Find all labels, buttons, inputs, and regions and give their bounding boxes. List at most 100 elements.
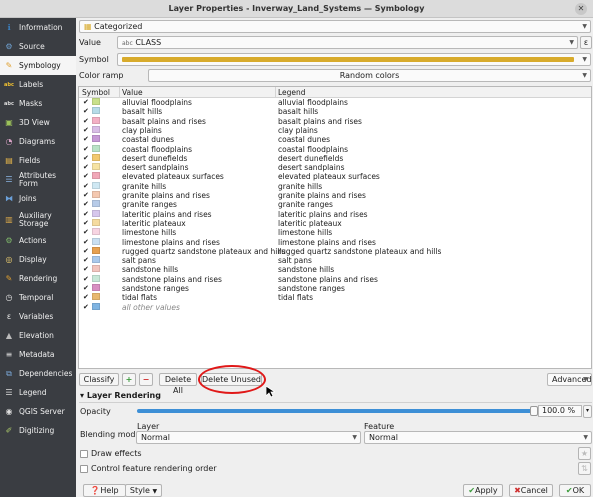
opacity-slider[interactable] — [137, 409, 534, 413]
classify-button[interactable]: Classify — [79, 373, 119, 386]
sidebar-item-labels[interactable]: abc Labels — [0, 75, 76, 94]
table-row[interactable]: ✔ alluvial floodplains alluvial floodplain… — [79, 98, 591, 107]
table-row[interactable]: ✔ basalt hills basalt hills — [79, 107, 591, 116]
sidebar-item-auxiliary-storage[interactable]: ▥ Auxiliary Storage — [0, 208, 76, 231]
table-row[interactable]: ✔ clay plains clay plains — [79, 125, 591, 135]
legend-column-header[interactable]: Legend — [278, 87, 306, 98]
table-row[interactable]: ✔ desert dunefields desert dunefields — [79, 153, 591, 163]
category-checkbox[interactable]: ✔ — [83, 293, 89, 302]
expression-button[interactable]: ε — [580, 36, 592, 49]
category-checkbox[interactable]: ✔ — [83, 247, 89, 256]
sidebar-item-actions[interactable]: ⚙ Actions — [0, 231, 76, 250]
category-checkbox[interactable]: ✔ — [83, 228, 89, 237]
category-checkbox[interactable]: ✔ — [83, 219, 89, 228]
category-checkbox[interactable]: ✔ — [83, 238, 89, 247]
category-checkbox[interactable]: ✔ — [83, 98, 89, 107]
sidebar-item-legend[interactable]: ☰ Legend — [0, 383, 76, 402]
table-row[interactable]: ✔ lateritic plateaux lateritic plateaux — [79, 218, 591, 228]
table-row[interactable]: ✔ limestone plains and rises limestone pla… — [79, 237, 591, 247]
category-symbol-swatch[interactable] — [92, 153, 100, 161]
symbol-button[interactable]: ▼ — [117, 53, 591, 66]
color-ramp-select[interactable]: Random colors ▼ — [148, 69, 591, 82]
category-symbol-swatch[interactable] — [92, 237, 100, 245]
category-symbol-swatch[interactable] — [92, 246, 100, 254]
opacity-slider-handle[interactable] — [530, 406, 538, 416]
category-symbol-swatch[interactable] — [92, 284, 100, 291]
table-row[interactable]: ✔ tidal flats tidal flats — [79, 293, 591, 302]
draw-effects-checkbox[interactable] — [80, 450, 88, 458]
table-row[interactable]: ✔ lateritic plains and rises lateritic pla… — [79, 209, 591, 219]
category-checkbox[interactable]: ✔ — [83, 154, 89, 163]
table-row[interactable]: ✔ basalt plains and rises basalt plains an… — [79, 116, 591, 126]
category-checkbox[interactable]: ✔ — [83, 126, 89, 135]
sidebar-item-variables[interactable]: ε Variables — [0, 307, 76, 326]
effects-button[interactable]: ★ — [578, 447, 591, 460]
ok-button[interactable]: ✔OK — [559, 484, 591, 497]
table-row[interactable]: ✔ granite plains and rises granite plains … — [79, 191, 591, 200]
category-symbol-swatch[interactable] — [92, 98, 100, 105]
sidebar-item-rendering[interactable]: ✎ Rendering — [0, 269, 76, 288]
table-row[interactable]: ✔ desert sandplains desert sandplains — [79, 163, 591, 172]
table-row[interactable]: ✔ sandstone ranges sandstone ranges — [79, 284, 591, 293]
category-symbol-swatch[interactable] — [92, 172, 100, 180]
category-symbol-swatch[interactable] — [92, 293, 100, 301]
sidebar-item-source[interactable]: ⚙ Source — [0, 37, 76, 56]
renderer-type-select[interactable]: ▦ Categorized ▼ — [79, 20, 591, 33]
category-checkbox[interactable]: ✔ — [83, 191, 89, 200]
table-row[interactable]: ✔ sandstone plains and rises sandstone pla… — [79, 274, 591, 284]
sidebar-item-metadata[interactable]: ≡ Metadata — [0, 345, 76, 364]
sidebar-item-information[interactable]: ℹ Information — [0, 18, 76, 37]
symbol-column-header[interactable]: Symbol — [82, 87, 110, 98]
category-checkbox[interactable]: ✔ — [83, 284, 89, 293]
category-symbol-swatch[interactable] — [92, 191, 100, 198]
value-field-select[interactable]: abc CLASS ▼ — [117, 36, 578, 49]
advanced-menu-button[interactable]: Advanced ▼ — [547, 373, 592, 386]
category-checkbox[interactable]: ✔ — [83, 163, 89, 172]
category-symbol-swatch[interactable] — [92, 265, 100, 273]
category-checkbox[interactable]: ✔ — [83, 117, 89, 126]
table-row[interactable]: ✔ salt pans salt pans — [79, 256, 591, 265]
sidebar-item-masks[interactable]: abc Masks — [0, 94, 76, 113]
sidebar-item-elevation[interactable]: ▲ Elevation — [0, 326, 76, 345]
category-symbol-swatch[interactable] — [92, 107, 100, 115]
category-symbol-swatch[interactable] — [92, 181, 100, 189]
sidebar-item-qgis-server[interactable]: ◉ QGIS Server — [0, 402, 76, 421]
category-symbol-swatch[interactable] — [92, 228, 100, 236]
cancel-button[interactable]: ✖Cancel — [509, 484, 553, 497]
close-window-button[interactable]: ✕ — [575, 3, 587, 15]
control-order-checkbox[interactable] — [80, 465, 88, 473]
table-row[interactable]: ✔ coastal floodplains coastal floodplains — [79, 144, 591, 154]
table-row[interactable]: ✔ rugged quartz sandstone plateaux and hi… — [79, 246, 591, 256]
sidebar-item-joins[interactable]: ⧓ Joins — [0, 189, 76, 208]
apply-button[interactable]: ✔Apply — [463, 484, 503, 497]
category-symbol-swatch[interactable] — [92, 135, 100, 143]
sidebar-item-3d-view[interactable]: ▣ 3D View — [0, 113, 76, 132]
remove-category-button[interactable]: − — [139, 373, 153, 386]
add-category-button[interactable]: + — [122, 373, 136, 386]
category-symbol-swatch[interactable] — [92, 125, 100, 133]
category-symbol-swatch[interactable] — [92, 144, 100, 152]
category-checkbox[interactable]: ✔ — [83, 107, 89, 116]
table-row[interactable]: ✔ granite hills granite hills — [79, 181, 591, 191]
category-checkbox[interactable]: ✔ — [83, 303, 89, 312]
category-checkbox[interactable]: ✔ — [83, 275, 89, 284]
category-symbol-swatch[interactable] — [92, 302, 100, 310]
value-column-header[interactable]: Value — [122, 87, 143, 98]
delete-all-button[interactable]: Delete All — [159, 373, 197, 395]
category-checkbox[interactable]: ✔ — [83, 172, 89, 181]
layer-rendering-toggle[interactable]: ▾ Layer Rendering — [80, 391, 161, 400]
sidebar-item-display[interactable]: ◎ Display — [0, 250, 76, 269]
table-row[interactable]: ✔ granite ranges granite ranges — [79, 200, 591, 209]
category-symbol-swatch[interactable] — [92, 116, 100, 124]
sidebar-item-fields[interactable]: ▤ Fields — [0, 151, 76, 170]
help-button[interactable]: ❓Help — [83, 484, 126, 497]
style-menu-button[interactable]: Style ▼ — [125, 484, 162, 497]
feature-blend-select[interactable]: Normal ▼ — [364, 431, 592, 444]
category-symbol-swatch[interactable] — [92, 200, 100, 208]
table-row-other-values[interactable]: ✔ all other values — [79, 302, 591, 312]
category-symbol-swatch[interactable] — [92, 209, 100, 217]
sidebar-item-digitizing[interactable]: ✐ Digitizing — [0, 421, 76, 440]
table-row[interactable]: ✔ sandstone hills sandstone hills — [79, 265, 591, 274]
category-checkbox[interactable]: ✔ — [83, 210, 89, 219]
order-by-button[interactable]: ⇅ — [578, 462, 591, 475]
